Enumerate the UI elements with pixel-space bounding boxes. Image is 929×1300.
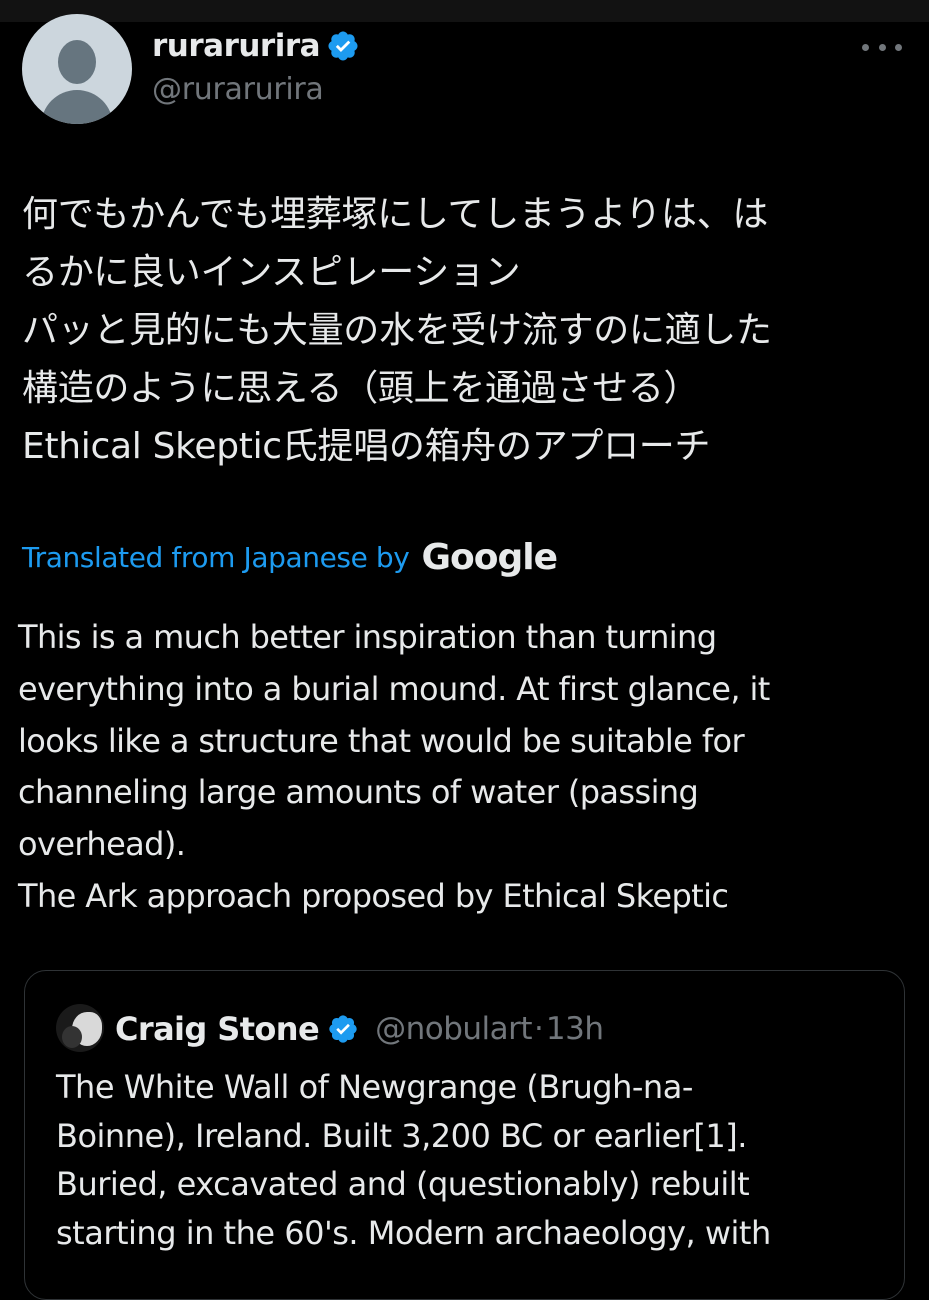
post-translated-line: overhead).: [18, 825, 186, 864]
post-original-line: 何でもかんでも埋葬塚にしてしまうよりは、は: [22, 194, 769, 235]
post-translated-line: looks like a structure that would be sui…: [18, 721, 745, 760]
meta-separator: ·: [534, 1011, 544, 1047]
quoted-author-name[interactable]: Craig Stone: [115, 1010, 320, 1048]
more-options-icon[interactable]: [862, 36, 902, 58]
quoted-author-avatar[interactable]: [56, 1004, 104, 1052]
author-handle[interactable]: @rurarurira: [152, 72, 324, 107]
quoted-post-text: The White Wall of Newgrange (Brugh-na- B…: [56, 1063, 896, 1257]
post-original-line: パッと見的にも大量の水を受け流すのに適した: [22, 310, 772, 351]
quoted-author-handle[interactable]: @nobulart: [375, 1011, 532, 1047]
post-translated-line: This is a much better inspiration than t…: [18, 618, 717, 656]
avatar-shoulders: [41, 90, 113, 124]
more-dot: [878, 43, 886, 51]
translated-from-link[interactable]: Translated from Japanese by: [22, 541, 410, 574]
post-original-line: るかに良いインスピレーション: [22, 252, 521, 293]
quoted-post-line: The White Wall of Newgrange (Brugh-na-: [56, 1068, 693, 1106]
quoted-post-time[interactable]: 13h: [546, 1011, 604, 1047]
quoted-post-line: starting in the 60's. Modern archaeology…: [56, 1213, 771, 1252]
verified-badge-icon: [329, 1015, 357, 1043]
author-avatar[interactable]: [22, 14, 132, 124]
post-translated-line: everything into a burial mound. At first…: [18, 669, 770, 708]
verified-badge-icon: [328, 31, 358, 61]
translation-attribution: Translated from Japanese by Google: [22, 532, 558, 582]
status-bar-edge: [0, 0, 929, 22]
google-logo: Google: [421, 536, 558, 578]
author-display-name[interactable]: rurarurira: [152, 28, 321, 64]
quoted-post-card[interactable]: Craig Stone @nobulart · 13h The White Wa…: [24, 970, 905, 1300]
post-original-line: Ethical Skeptic氏提唱の箱舟のアプローチ: [22, 426, 711, 467]
post-translated-line: The Ark approach proposed by Ethical Ske…: [18, 876, 729, 915]
quoted-post-header: Craig Stone @nobulart · 13h: [115, 1007, 604, 1051]
post-original-text: 何でもかんでも埋葬塚にしてしまうよりは、は るかに良いインスピレーション パッと…: [22, 186, 922, 476]
post-translated-text: This is a much better inspiration than t…: [18, 612, 918, 923]
avatar-image-shape: [62, 1026, 82, 1048]
quoted-post-line: Buried, excavated and (questionably) reb…: [56, 1165, 750, 1203]
more-dot: [862, 43, 869, 51]
post-original-line: 構造のように思える（頭上を通過させる）: [22, 368, 700, 409]
post-translated-line: channeling large amounts of water (passi…: [18, 773, 699, 812]
more-dot: [895, 43, 902, 51]
quoted-post-line: Boinne), Ireland. Built 3,200 BC or earl…: [56, 1116, 747, 1155]
default-avatar-icon: [58, 40, 96, 84]
author-name-row[interactable]: rurarurira: [152, 26, 360, 66]
